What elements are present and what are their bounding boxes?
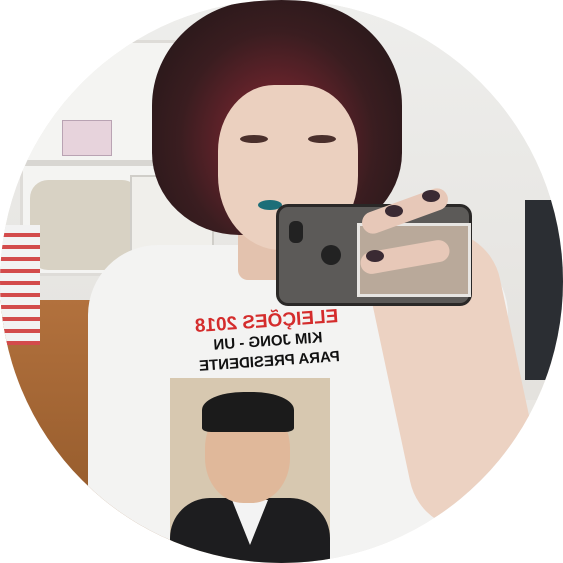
camera-lens-icon [289, 221, 303, 243]
wall-flag [62, 120, 112, 156]
nail [385, 205, 403, 217]
portrait-hair [202, 392, 294, 432]
striped-towel [0, 225, 40, 345]
hanging-jacket [525, 200, 563, 380]
profile-avatar: ELEIÇÕES 2018 KIM JONG - UN PARA PRESIDE… [0, 0, 563, 563]
shirt-portrait [170, 378, 330, 563]
right-eye [308, 135, 336, 143]
nail [422, 190, 440, 202]
left-eye [240, 135, 268, 143]
nail [366, 250, 384, 262]
camera-lens-icon [321, 245, 341, 265]
